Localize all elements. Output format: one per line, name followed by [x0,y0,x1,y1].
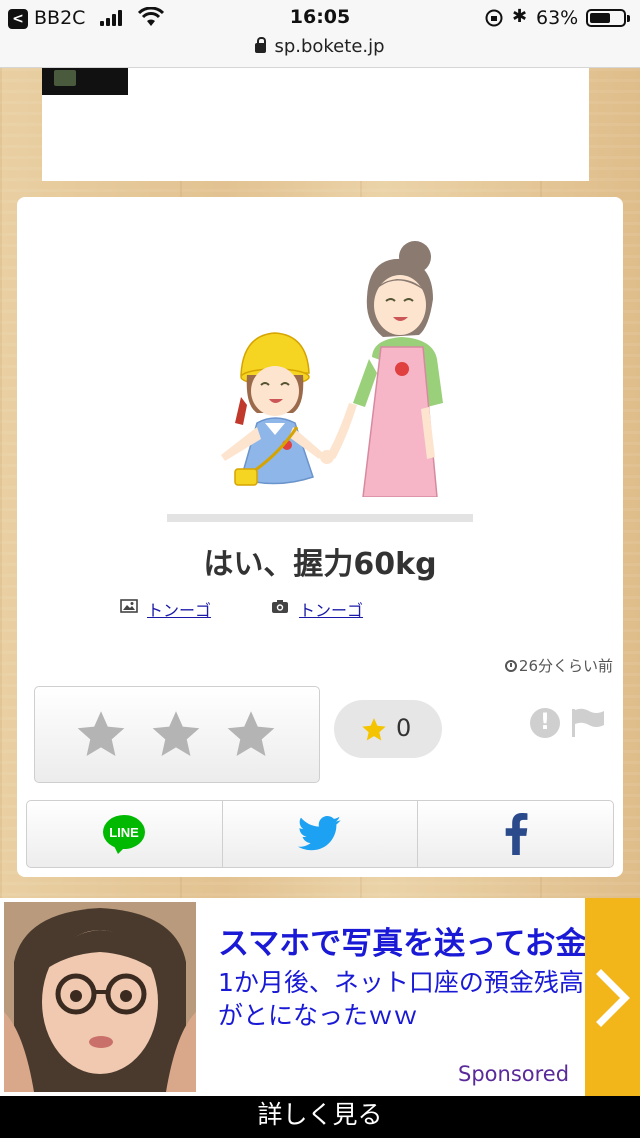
battery-percent: 63% [536,7,579,29]
ad-photo-image [4,902,196,1092]
share-twitter-button[interactable] [223,801,419,867]
rate-star-2[interactable] [148,707,204,763]
timestamp-text: 26分くらい前 [518,657,613,675]
status-bar: < BB2C 16:05 ✱ 63% sp.bokete.jp [0,0,640,68]
battery-icon [586,9,630,27]
favorite-count-button[interactable]: 0 [334,700,442,758]
bluetooth-icon: ✱ [512,6,528,27]
ad-sponsored-label: Sponsored [458,1062,570,1086]
chevron-right-icon [596,969,630,1027]
url-text: sp.bokete.jp [274,36,385,57]
post-illustration[interactable] [197,227,457,497]
ad-headline[interactable]: スマホで写真を送ってお金を稼 [218,918,590,963]
rotation-lock-icon [485,9,503,27]
share-line-button[interactable]: LINE [27,801,223,867]
camera-icon [272,600,288,613]
line-icon: LINE [103,815,146,854]
previous-post-card [42,68,589,181]
report-icon[interactable]: ! [530,708,560,738]
rate-star-3[interactable] [223,707,279,763]
favorite-count: 0 [396,714,412,742]
ad-next-button[interactable] [585,898,640,1096]
ad-body[interactable]: 1か月後、ネット口座の預金残高がとになったｗｗ [218,966,584,1034]
star-icon [362,718,386,741]
clock-icon [504,660,517,672]
rating-box [34,686,320,783]
previous-post-thumbnail[interactable] [42,68,128,95]
ad-cta-button[interactable]: 詳しく見る [0,1096,640,1138]
boke-caption: はい、握力60kg [203,547,437,582]
image-icon [120,599,138,613]
image-divider [167,514,473,522]
twitter-icon [298,816,341,851]
ad-photo[interactable] [4,902,196,1092]
lock-icon [255,37,267,53]
address-bar[interactable]: sp.bokete.jp [0,36,640,57]
post-card: はい、握力60kg トンーゴ トンーゴ 26分くらい前 0 ! LINE [17,197,623,877]
boke-author-link[interactable]: トンーゴ [299,597,363,621]
rate-star-1[interactable] [73,707,129,763]
share-bar: LINE [26,800,614,868]
sponsored-ad[interactable]: スマホで写真を送ってお金を稼 1か月後、ネット口座の預金残高がとになったｗｗ S… [0,898,640,1096]
flag-icon[interactable] [570,707,606,739]
facebook-icon [505,813,528,855]
battery-level [590,13,610,23]
image-author-link[interactable]: トンーゴ [147,597,211,621]
post-timestamp: 26分くらい前 [504,655,613,676]
share-facebook-button[interactable] [418,801,613,867]
line-label: LINE [110,825,140,840]
